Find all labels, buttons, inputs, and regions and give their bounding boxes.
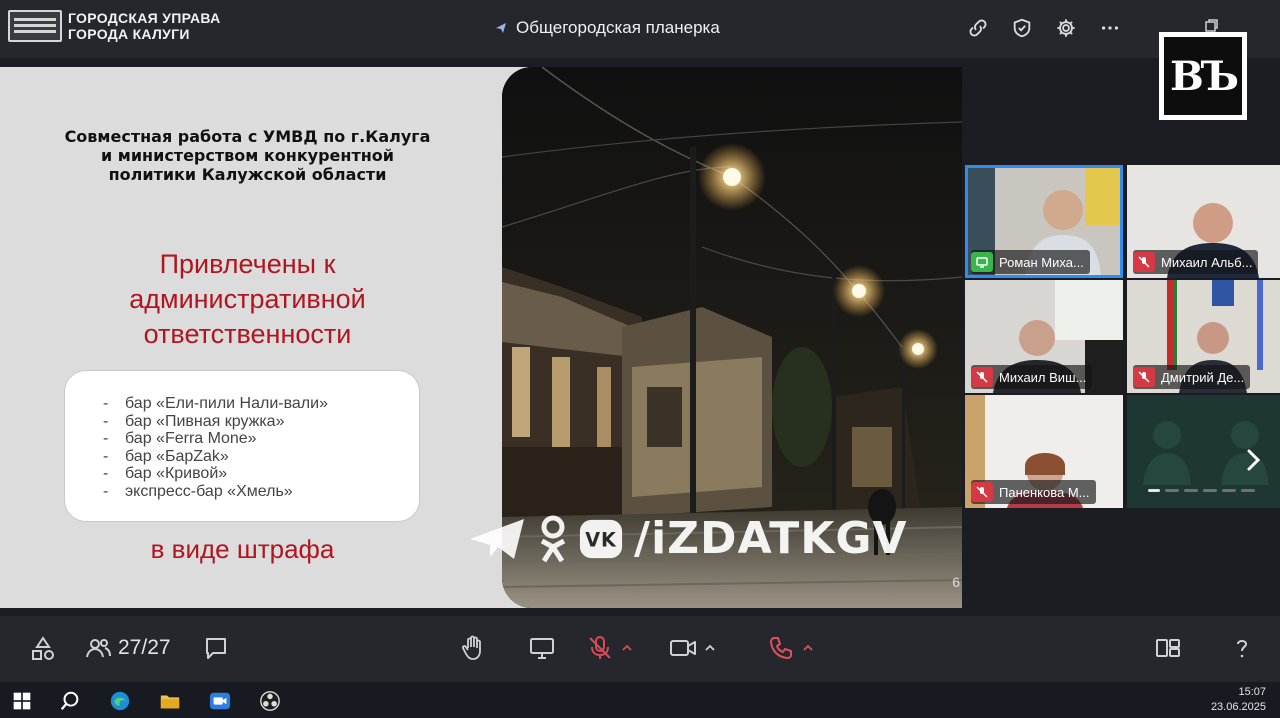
people-icon (86, 639, 111, 658)
slide-page-number: 6 (952, 574, 960, 590)
slide-text-panel: Совместная работа с УМВД по г.Калуга и м… (0, 67, 502, 608)
participant-name: Михаил Альб... (1161, 254, 1253, 270)
mic-muted-icon (971, 482, 993, 502)
share-screen-button[interactable] (528, 634, 556, 662)
obs-icon[interactable] (258, 689, 282, 713)
monitor-icon (530, 638, 554, 659)
video-app-icon[interactable] (208, 689, 232, 713)
channel-logo-badge: ВЪ (1159, 32, 1247, 120)
page-dot[interactable] (1241, 489, 1255, 492)
edge-browser-icon[interactable] (108, 689, 132, 713)
bar-list: бар «Ели-пили Нали-вали» бар «Пивная кру… (64, 370, 420, 522)
shield-icon[interactable] (1010, 16, 1034, 40)
list-item: бар «Пивная кружка» (103, 413, 419, 431)
apps-button[interactable] (29, 634, 57, 662)
list-item: бар «БарZak» (103, 448, 419, 466)
system-clock[interactable]: 15:07 23.06.2025 (1211, 685, 1266, 715)
participant-name-tag: Дмитрий Де... (1133, 365, 1251, 389)
clock-time: 15:07 (1238, 686, 1266, 698)
leave-call-button[interactable] (767, 634, 815, 662)
mic-muted-icon (1133, 252, 1155, 272)
meeting-title: Общегородская планерка (494, 18, 720, 38)
layout-icon (1156, 639, 1180, 657)
next-page-icon[interactable] (1238, 445, 1268, 475)
participant-name: Михаил Виш... (999, 369, 1087, 385)
participant-tile[interactable]: Паненкова М... (965, 395, 1123, 508)
participant-name-tag: Михаил Виш... (971, 365, 1093, 389)
camera-button[interactable] (669, 634, 717, 662)
chevron-up-icon[interactable] (703, 641, 717, 655)
participant-name-tag: Паненкова М... (971, 480, 1096, 504)
question-icon (1237, 640, 1248, 658)
windows-start-icon[interactable] (10, 689, 34, 713)
chevron-up-icon[interactable] (620, 641, 634, 655)
mic-muted-icon (1133, 367, 1155, 387)
watermark-handle: /iZDATKGV (634, 513, 908, 564)
participant-name: Роман Миха... (999, 254, 1084, 270)
page-dot[interactable] (1203, 489, 1217, 492)
page-dot[interactable] (1184, 489, 1198, 492)
participant-name-tag: Роман Миха... (971, 250, 1090, 274)
meeting-toolbar: 27/27 (0, 616, 1280, 682)
slide-subtitle: Привлечены к административной ответствен… (129, 249, 366, 349)
list-item: бар «Ели-пили Нали-вали» (103, 395, 419, 413)
watermark: VK /iZDATKGV (468, 513, 908, 564)
pin-icon (496, 23, 506, 33)
odnoklassniki-icon (540, 515, 566, 562)
hand-icon (462, 635, 481, 660)
meeting-title-text: Общегородская планерка (516, 18, 720, 37)
mic-off-icon (589, 636, 611, 659)
participant-name: Дмитрий Де... (1161, 369, 1245, 385)
raise-hand-button[interactable] (459, 634, 487, 662)
mic-muted-icon (971, 367, 993, 387)
chat-icon (206, 638, 226, 659)
list-item: экспресс-бар «Хмель» (103, 483, 419, 501)
participant-tile[interactable]: Михаил Альб... (1127, 165, 1280, 278)
gear-icon[interactable] (1054, 16, 1078, 40)
camera-icon (670, 640, 696, 656)
os-taskbar: 15:07 23.06.2025 (0, 682, 1280, 718)
chat-button[interactable] (202, 634, 230, 662)
participant-tile[interactable]: Дмитрий Де... (1127, 280, 1280, 393)
more-icon[interactable] (1098, 16, 1122, 40)
layout-button[interactable] (1154, 634, 1182, 662)
list-item: бар «Кривой» (103, 465, 419, 483)
help-button[interactable] (1228, 634, 1256, 662)
participants-count: 27/27 (118, 636, 171, 659)
vk-icon: VK (579, 519, 623, 558)
slide-footer: в виде штрафа (150, 534, 335, 564)
page-dot-active[interactable] (1148, 489, 1160, 492)
org-name-line2: ГОРОДА КАЛУГИ (68, 26, 190, 42)
participant-tile[interactable]: Роман Миха... (965, 165, 1123, 278)
phone-icon (770, 637, 792, 659)
participant-grid: Роман Миха... Михаил Альб... Михаил Виш.… (965, 165, 1280, 510)
participant-tile[interactable]: Михаил Виш... (965, 280, 1123, 393)
channel-logo-text: ВЪ (1164, 37, 1242, 115)
org-logo: ГОРОДСКАЯ УПРАВА ГОРОДА КАЛУГИ (8, 10, 221, 42)
microphone-button[interactable] (586, 634, 634, 662)
file-explorer-icon[interactable] (158, 689, 182, 713)
org-name-line1: ГОРОДСКАЯ УПРАВА (68, 10, 221, 26)
slide-heading: Совместная работа с УМВД по г.Калуга и м… (64, 127, 431, 184)
page-dots (1148, 489, 1255, 492)
page-dot[interactable] (1222, 489, 1236, 492)
search-icon[interactable] (58, 689, 82, 713)
participant-name: Паненкова М... (999, 484, 1090, 500)
org-name: ГОРОДСКАЯ УПРАВА ГОРОДА КАЛУГИ (68, 10, 221, 42)
mic-on-icon (971, 252, 993, 272)
shapes-icon (32, 636, 54, 660)
svg-text:VK: VK (585, 528, 617, 551)
participants-button[interactable]: 27/27 (84, 634, 171, 662)
building-icon (8, 10, 62, 42)
title-bar: ГОРОДСКАЯ УПРАВА ГОРОДА КАЛУГИ Общегород… (0, 0, 1280, 58)
page-dot[interactable] (1165, 489, 1179, 492)
list-item: бар «Ferra Mone» (103, 430, 419, 448)
chevron-up-icon[interactable] (801, 641, 815, 655)
clock-date: 23.06.2025 (1210, 701, 1266, 713)
participant-name-tag: Михаил Альб... (1133, 250, 1259, 274)
telegram-icon (470, 518, 524, 559)
link-icon[interactable] (966, 16, 990, 40)
